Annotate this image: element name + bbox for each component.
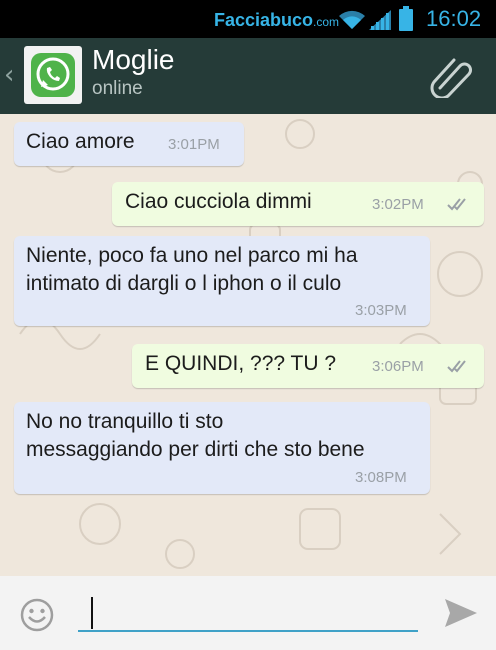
- composer-bar: [0, 576, 496, 650]
- wifi-icon: [339, 10, 365, 29]
- conversation-header: ‹ Moglie online: [0, 38, 496, 114]
- message-time: 3:02PM: [372, 196, 424, 213]
- message-bubble-incoming[interactable]: Ciao amore 3:01PM: [14, 122, 244, 166]
- read-receipt-icon: [447, 360, 466, 373]
- back-chevron-icon[interactable]: ‹: [4, 60, 14, 90]
- message-bubble-outgoing[interactable]: Ciao cucciola dimmi 3:02PM: [112, 182, 484, 226]
- avatar[interactable]: [24, 46, 82, 104]
- watermark: Facciabuco.com: [214, 10, 339, 31]
- message-bubble-outgoing[interactable]: E QUINDI, ??? TU ? 3:06PM: [132, 344, 484, 388]
- message-time: 3:06PM: [372, 358, 424, 375]
- message-bubble-incoming[interactable]: Niente, poco fa uno nel parco mi ha inti…: [14, 236, 430, 326]
- paperclip-icon[interactable]: [428, 54, 476, 98]
- text-cursor: [91, 597, 93, 629]
- message-time: 3:08PM: [355, 469, 407, 486]
- message-text-line: messaggiando per dirti che sto bene: [26, 438, 365, 461]
- message-text-line: Niente, poco fa uno nel parco mi ha: [26, 244, 358, 267]
- message-text-line: intimato di dargli o l iphon o il culo: [26, 272, 342, 295]
- contact-status: online: [92, 78, 143, 99]
- battery-icon: [399, 6, 413, 31]
- chat-area[interactable]: Ciao amore 3:01PM Ciao cucciola dimmi 3:…: [0, 114, 496, 576]
- message-text: Ciao amore: [26, 130, 135, 153]
- message-time: 3:03PM: [355, 302, 407, 319]
- send-icon[interactable]: [444, 598, 478, 628]
- message-input[interactable]: [78, 596, 418, 632]
- message-text: Ciao cucciola dimmi: [125, 190, 312, 213]
- message-text-line: No no tranquillo ti sto: [26, 410, 224, 433]
- emoji-icon[interactable]: [20, 598, 54, 632]
- message-time: 3:01PM: [168, 136, 220, 153]
- message-text: E QUINDI, ??? TU ?: [145, 352, 337, 375]
- contact-name[interactable]: Moglie: [92, 44, 174, 76]
- status-bar: Facciabuco.com 16:02: [0, 0, 496, 38]
- watermark-tld: .com: [313, 15, 340, 29]
- signal-icon: [369, 10, 391, 30]
- clock: 16:02: [426, 6, 482, 31]
- watermark-main: Facciabuco: [214, 10, 314, 30]
- message-bubble-incoming[interactable]: No no tranquillo ti sto messaggiando per…: [14, 402, 430, 494]
- whatsapp-logo-icon: [31, 53, 75, 97]
- read-receipt-icon: [447, 198, 466, 211]
